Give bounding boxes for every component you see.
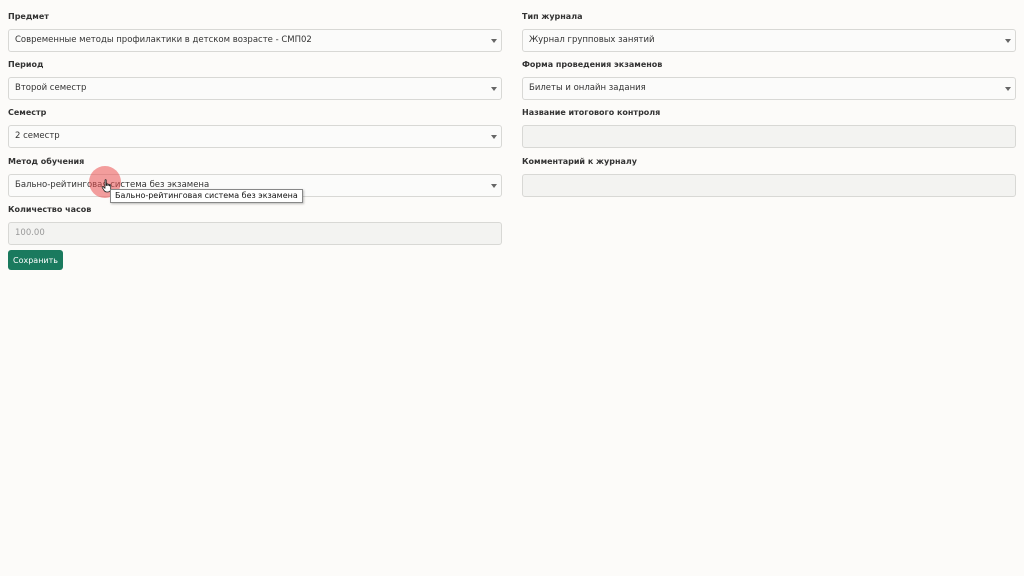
- chevron-down-icon: [491, 135, 497, 139]
- hours-input[interactable]: 100.00: [8, 222, 502, 245]
- period-select-value: Второй семестр: [15, 83, 87, 93]
- journal-type-select-value: Журнал групповых занятий: [529, 35, 655, 45]
- semester-label: Семестр: [8, 108, 47, 117]
- journal-comment-field: Комментарий к журналу: [522, 155, 1016, 197]
- subject-field: Предмет Современные методы профилактики …: [8, 10, 502, 52]
- exam-form-select[interactable]: Билеты и онлайн задания: [522, 77, 1016, 100]
- journal-settings-form: Предмет Современные методы профилактики …: [0, 0, 1024, 576]
- subject-select-value: Современные методы профилактики в детско…: [15, 35, 312, 45]
- method-tooltip: Бально-рейтинговая система без экзамена: [110, 189, 303, 203]
- method-label: Метод обучения: [8, 157, 85, 166]
- chevron-down-icon: [491, 39, 497, 43]
- journal-type-label: Тип журнала: [522, 12, 583, 21]
- final-control-name-field: Название итогового контроля: [522, 106, 1016, 148]
- journal-type-field: Тип журнала Журнал групповых занятий: [522, 10, 1016, 52]
- semester-select[interactable]: 2 семестр: [8, 125, 502, 148]
- chevron-down-icon: [1005, 87, 1011, 91]
- journal-type-select[interactable]: Журнал групповых занятий: [522, 29, 1016, 52]
- final-control-name-input[interactable]: [522, 125, 1016, 148]
- hours-label: Количество часов: [8, 205, 92, 214]
- save-button[interactable]: Сохранить: [8, 250, 63, 270]
- hours-field: Количество часов 100.00: [8, 203, 502, 245]
- period-label: Период: [8, 60, 44, 69]
- subject-label: Предмет: [8, 12, 49, 21]
- subject-select[interactable]: Современные методы профилактики в детско…: [8, 29, 502, 52]
- exam-form-field: Форма проведения экзаменов Билеты и онла…: [522, 58, 1016, 100]
- period-field: Период Второй семестр: [8, 58, 502, 100]
- exam-form-select-value: Билеты и онлайн задания: [529, 83, 646, 93]
- chevron-down-icon: [491, 87, 497, 91]
- final-control-name-label: Название итогового контроля: [522, 108, 661, 117]
- journal-comment-input[interactable]: [522, 174, 1016, 197]
- hours-input-placeholder: 100.00: [15, 228, 45, 238]
- period-select[interactable]: Второй семестр: [8, 77, 502, 100]
- chevron-down-icon: [1005, 39, 1011, 43]
- journal-comment-label: Комментарий к журналу: [522, 157, 637, 166]
- semester-select-value: 2 семестр: [15, 131, 60, 141]
- semester-field: Семестр 2 семестр: [8, 106, 502, 148]
- exam-form-label: Форма проведения экзаменов: [522, 60, 663, 69]
- chevron-down-icon: [491, 184, 497, 188]
